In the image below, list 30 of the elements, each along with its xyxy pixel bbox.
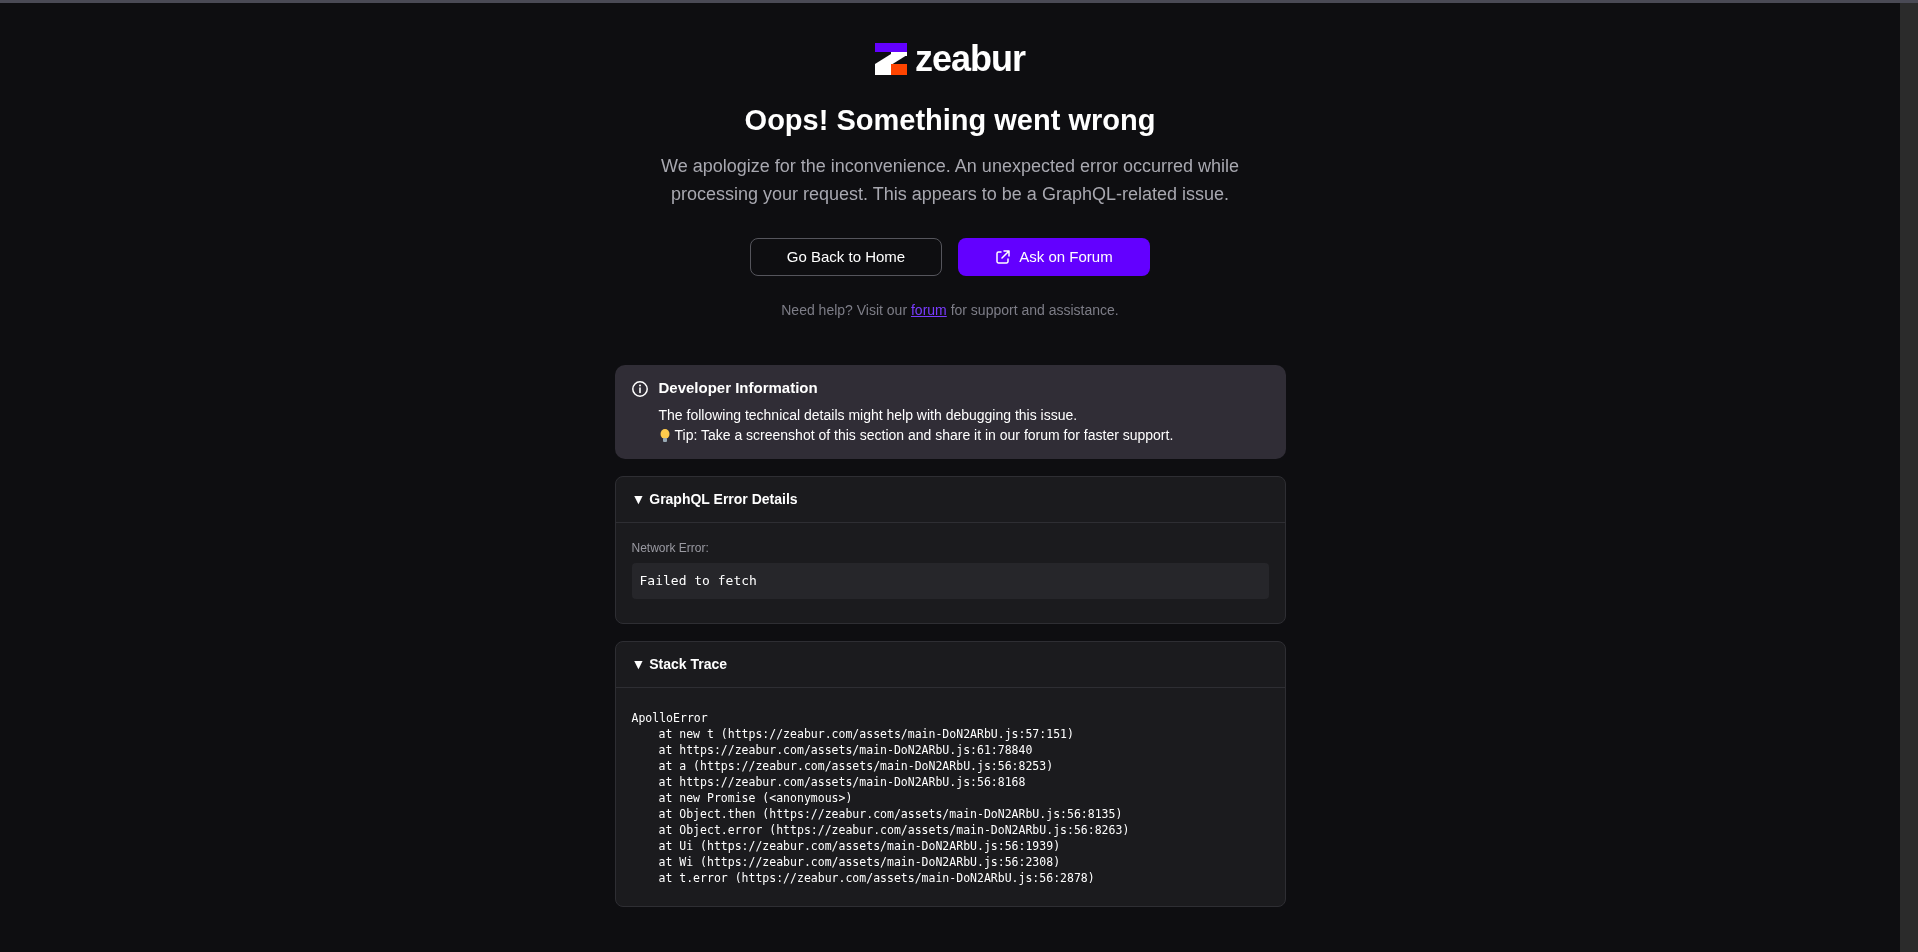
trace-line: at new t (https://zeabur.com/assets/main-DoN2ARbU.js:57:151): [657, 725, 1075, 742]
trace-line: at new Promise (<anonymous>): [657, 789, 854, 806]
trace-line: at Ui (https://zeabur.com/assets/main-DoN2ARbU.js:56:1939): [657, 837, 1062, 854]
details-toggle[interactable]: ▼ Stack Trace: [615, 641, 1285, 688]
page-title: Oops! Something went wrong: [744, 103, 1156, 138]
trace-line: ApolloError: [631, 709, 709, 726]
info-icon: [630, 379, 649, 398]
forum-button[interactable]: Ask on Forum: [958, 237, 1150, 276]
trace-line: at Object.error (https://zeabur.com/assets/main-DoN2ARbU.js:56:8263): [657, 821, 1131, 838]
forum-link[interactable]: forum: [910, 301, 947, 318]
field-label: Network Error:: [631, 540, 710, 558]
external-link-icon: [995, 248, 1012, 265]
details-toggle[interactable]: ▼ GraphQL Error Details: [615, 477, 1285, 524]
info-title: Developer Information: [658, 377, 819, 398]
tip-text: Tip: Take a screenshot of this section and share it in our forum for faster support.: [674, 426, 1174, 446]
error-message: We apologize for the inconvenience. An unexpected error occurred while processing your request. This appears to be a GraphQL-related issue.: [660, 154, 1240, 206]
trace-line: at Object.then (https://zeabur.com/assets/main-DoN2ARbU.js:56:8135): [657, 805, 1124, 822]
scrollbar[interactable]: [1900, 3, 1918, 952]
lightbulb-icon: [658, 427, 671, 443]
logo-icon: [874, 43, 907, 75]
trace-line: at https://zeabur.com/assets/main-DoN2ARbU.js:61:78840: [657, 741, 1034, 758]
trace-line: at t.error (https://zeabur.com/assets/main-DoN2ARbU.js:56:2878): [657, 869, 1096, 886]
trace-line: at a (https://zeabur.com/assets/main-DoN2ARbU.js:56:8253): [657, 757, 1055, 774]
trace-line: at https://zeabur.com/assets/main-DoN2ARbU.js:56:8168: [657, 773, 1027, 790]
logo-text: zeabur: [914, 41, 1025, 77]
info-text: The following technical details might help with debugging this issue.: [658, 406, 1079, 426]
error-code-block: Failed to fetch: [631, 563, 1269, 599]
trace-line: at Wi (https://zeabur.com/assets/main-DoN2ARbU.js:56:2308): [657, 853, 1062, 870]
home-button[interactable]: Go Back to Home: [750, 237, 942, 276]
help-text: Need help? Visit our forum for support and assistance.: [781, 300, 1119, 320]
